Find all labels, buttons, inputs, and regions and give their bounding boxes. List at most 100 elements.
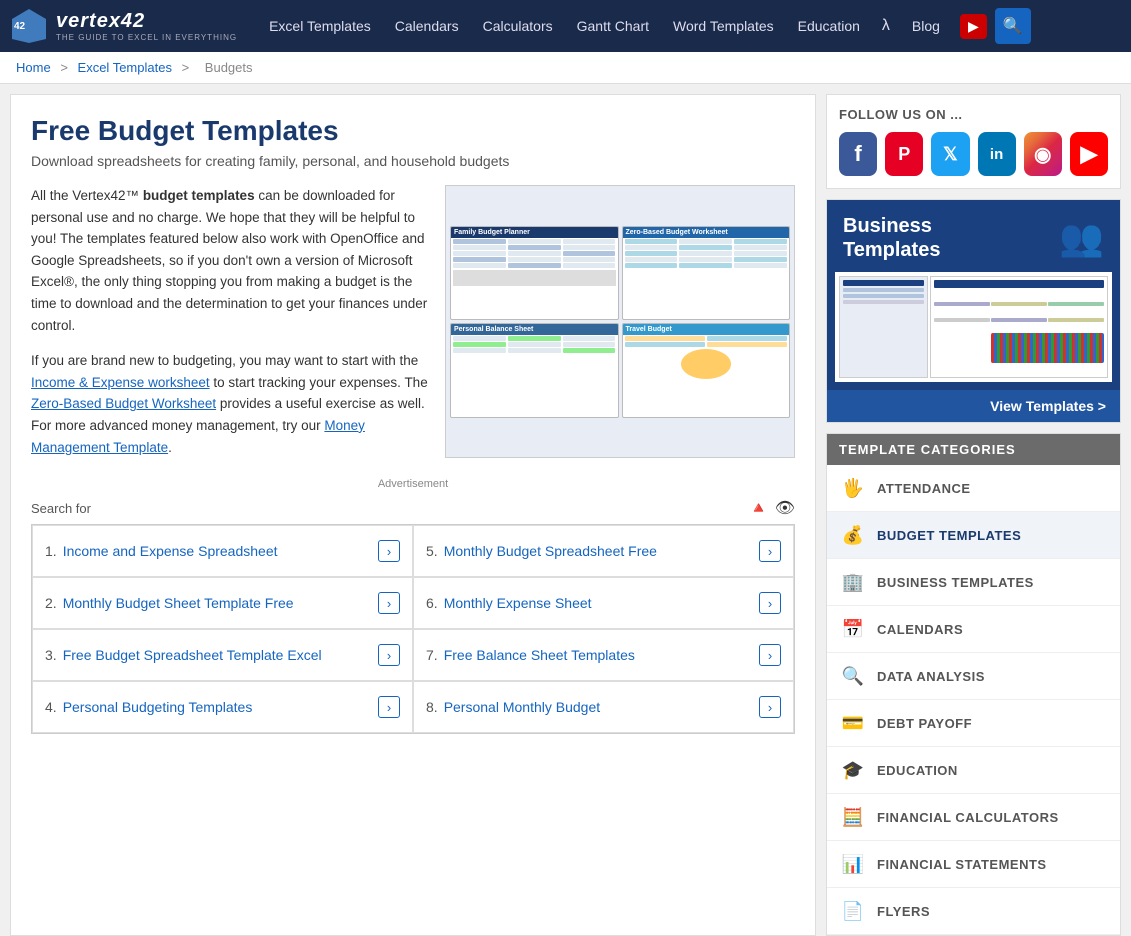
logo[interactable]: 42 vertex42 THE GUIDE TO EXCEL IN EVERYT… xyxy=(10,7,237,45)
cat-budget-templates[interactable]: 💰 BUDGET TEMPLATES xyxy=(827,512,1120,559)
search-item-4-num: 4. xyxy=(45,699,57,715)
advertisement-section: Advertisement xyxy=(31,478,795,490)
intro-section: All the Vertex42™ budget templates can b… xyxy=(31,185,795,458)
logo-sub: THE GUIDE TO EXCEL IN EVERYTHING xyxy=(56,33,237,42)
search-item-6[interactable]: 6. Monthly Expense Sheet › xyxy=(413,577,794,629)
logo-text: vertex42 xyxy=(56,10,145,32)
search-item-2-label: Monthly Budget Sheet Template Free xyxy=(63,595,294,611)
header: 42 vertex42 THE GUIDE TO EXCEL IN EVERYT… xyxy=(0,0,1131,52)
search-results-grid: 1. Income and Expense Spreadsheet › 5. M… xyxy=(31,524,795,734)
cat-education-icon: 🎓 xyxy=(839,756,867,784)
nav-lambda-icon: λ xyxy=(872,17,900,35)
social-linkedin[interactable]: in xyxy=(978,132,1016,176)
breadcrumb-excel-templates[interactable]: Excel Templates xyxy=(78,60,172,75)
search-item-3-num: 3. xyxy=(45,647,57,663)
cat-calendars[interactable]: 📅 CALENDARS xyxy=(827,606,1120,653)
biz-preview-image xyxy=(835,272,1112,382)
social-twitter[interactable]: 𝕏 xyxy=(931,132,969,176)
breadcrumb-sep-2: > xyxy=(182,60,193,75)
page-title: Free Budget Templates xyxy=(31,115,795,147)
nav-excel-templates[interactable]: Excel Templates xyxy=(257,0,383,52)
cat-education-label: EDUCATION xyxy=(877,763,958,778)
ad-label: Advertisement xyxy=(31,478,795,490)
business-templates-box: BusinessTemplates 👥 xyxy=(826,199,1121,423)
search-item-7-num: 7. xyxy=(426,647,438,663)
social-facebook[interactable]: f xyxy=(839,132,877,176)
search-item-1-num: 1. xyxy=(45,543,57,559)
biz-people-icon: 👥 xyxy=(1059,217,1104,259)
main-content: Free Budget Templates Download spreadshe… xyxy=(10,94,816,936)
search-item-3-label: Free Budget Spreadsheet Template Excel xyxy=(63,647,322,663)
nav-search-button[interactable]: 🔍 xyxy=(995,8,1031,44)
search-for-bar: Search for 🔺 👁 xyxy=(31,498,795,518)
cat-financial-calculators[interactable]: 🧮 FINANCIAL CALCULATORS xyxy=(827,794,1120,841)
biz-title: BusinessTemplates xyxy=(843,214,1059,262)
ad-icon-triangle[interactable]: 🔺 xyxy=(749,498,769,518)
search-item-5-arrow: › xyxy=(759,540,781,562)
follow-title: FOLLOW US ON ... xyxy=(839,107,1108,122)
biz-view-templates-button[interactable]: View Templates > xyxy=(827,390,1120,422)
zero-based-link[interactable]: Zero-Based Budget Worksheet xyxy=(31,396,216,411)
cat-data-analysis[interactable]: 🔍 DATA ANALYSIS xyxy=(827,653,1120,700)
social-icons: f P 𝕏 in ◉ ▶ xyxy=(839,132,1108,176)
cat-business-templates[interactable]: 🏢 BUSINESS TEMPLATES xyxy=(827,559,1120,606)
ad-icon-eye[interactable]: 👁 xyxy=(775,498,795,518)
nav-gantt-chart[interactable]: Gantt Chart xyxy=(565,0,661,52)
search-item-3[interactable]: 3. Free Budget Spreadsheet Template Exce… xyxy=(32,629,413,681)
nav-calculators[interactable]: Calculators xyxy=(471,0,565,52)
search-item-5-num: 5. xyxy=(426,543,438,559)
nav-blog[interactable]: Blog xyxy=(900,0,952,52)
nav-calendars[interactable]: Calendars xyxy=(383,0,471,52)
search-item-3-arrow: › xyxy=(378,644,400,666)
search-item-5-label: Monthly Budget Spreadsheet Free xyxy=(444,543,657,559)
cat-data-label: DATA ANALYSIS xyxy=(877,669,985,684)
social-pinterest[interactable]: P xyxy=(885,132,923,176)
search-item-6-label: Monthly Expense Sheet xyxy=(444,595,592,611)
cat-attendance-label: ATTENDANCE xyxy=(877,481,971,496)
cat-budget-icon: 💰 xyxy=(839,521,867,549)
search-item-7[interactable]: 7. Free Balance Sheet Templates › xyxy=(413,629,794,681)
cat-education[interactable]: 🎓 EDUCATION xyxy=(827,747,1120,794)
cat-business-icon: 🏢 xyxy=(839,568,867,596)
intro-text: All the Vertex42™ budget templates can b… xyxy=(31,185,429,458)
biz-view-btn-label: View Templates > xyxy=(990,398,1106,414)
search-item-4-arrow: › xyxy=(378,696,400,718)
categories-header: TEMPLATE CATEGORIES xyxy=(827,434,1120,465)
nav-education[interactable]: Education xyxy=(786,0,872,52)
search-for-label: Search for xyxy=(31,501,91,516)
search-item-8-arrow: › xyxy=(759,696,781,718)
ad-icons: 🔺 👁 xyxy=(749,498,795,518)
nav-youtube-button[interactable]: ▶ xyxy=(960,14,987,39)
cat-calendars-label: CALENDARS xyxy=(877,622,963,637)
search-item-7-label: Free Balance Sheet Templates xyxy=(444,647,635,663)
nav-word-templates[interactable]: Word Templates xyxy=(661,0,786,52)
breadcrumb-current: Budgets xyxy=(205,60,253,75)
biz-header: BusinessTemplates 👥 xyxy=(827,200,1120,272)
cat-debt-icon: 💳 xyxy=(839,709,867,737)
search-item-1[interactable]: 1. Income and Expense Spreadsheet › xyxy=(32,525,413,577)
cat-attendance[interactable]: 🖐 ATTENDANCE xyxy=(827,465,1120,512)
search-item-7-arrow: › xyxy=(759,644,781,666)
breadcrumb-home[interactable]: Home xyxy=(16,60,51,75)
cat-debt-payoff[interactable]: 💳 DEBT PAYOFF xyxy=(827,700,1120,747)
search-item-4[interactable]: 4. Personal Budgeting Templates › xyxy=(32,681,413,733)
cat-financial-statements[interactable]: 📊 FINANCIAL STATEMENTS xyxy=(827,841,1120,888)
svg-text:42: 42 xyxy=(14,21,26,32)
cat-business-label: BUSINESS TEMPLATES xyxy=(877,575,1034,590)
cat-flyers[interactable]: 📄 FLYERS xyxy=(827,888,1120,935)
cat-flyers-label: FLYERS xyxy=(877,904,930,919)
money-management-link[interactable]: Money Management Template xyxy=(31,418,365,455)
search-item-6-num: 6. xyxy=(426,595,438,611)
logo-icon: 42 xyxy=(10,7,48,45)
cat-financial-calc-label: FINANCIAL CALCULATORS xyxy=(877,810,1059,825)
social-instagram[interactable]: ◉ xyxy=(1024,132,1062,176)
page-subtitle: Download spreadsheets for creating famil… xyxy=(31,153,795,169)
social-youtube[interactable]: ▶ xyxy=(1070,132,1108,176)
main-nav: Excel Templates Calendars Calculators Ga… xyxy=(257,0,1121,52)
search-item-8[interactable]: 8. Personal Monthly Budget › xyxy=(413,681,794,733)
cat-budget-label: BUDGET TEMPLATES xyxy=(877,528,1021,543)
cat-debt-label: DEBT PAYOFF xyxy=(877,716,972,731)
income-expense-link[interactable]: Income & Expense worksheet xyxy=(31,375,210,390)
search-item-2[interactable]: 2. Monthly Budget Sheet Template Free › xyxy=(32,577,413,629)
search-item-5[interactable]: 5. Monthly Budget Spreadsheet Free › xyxy=(413,525,794,577)
